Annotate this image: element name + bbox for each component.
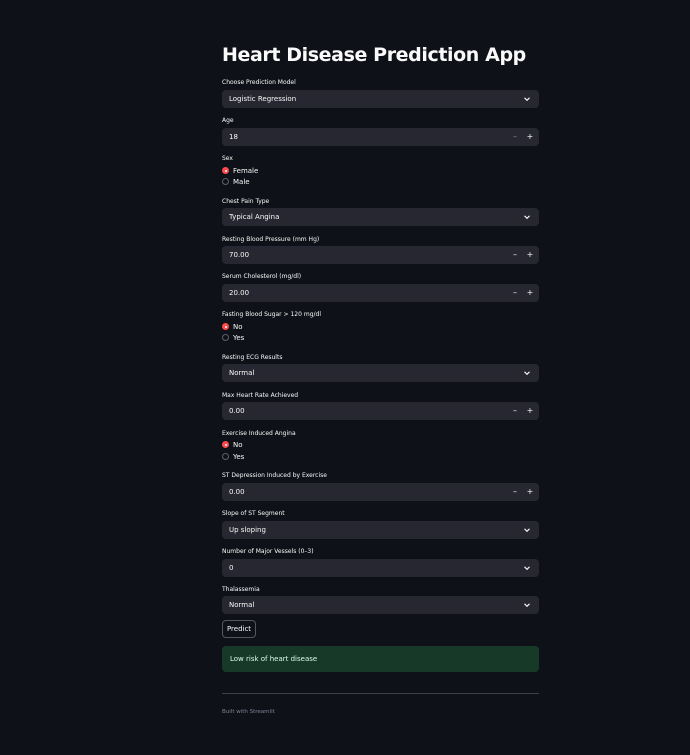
vessels-select[interactable]: 0 xyxy=(222,559,539,577)
thalassemia-select[interactable]: Normal xyxy=(222,596,539,614)
resting-bp-increment-button[interactable]: + xyxy=(523,246,537,264)
model-select[interactable]: Logistic Regression xyxy=(222,90,539,108)
age-decrement-button[interactable]: – xyxy=(508,128,522,146)
age-value: 18 xyxy=(229,133,238,141)
prediction-result-alert: Low risk of heart disease xyxy=(222,646,539,672)
st-depression-value: 0.00 xyxy=(229,488,245,496)
resting-bp-value: 70.00 xyxy=(229,251,250,259)
st-depression-increment-button[interactable]: + xyxy=(523,483,537,501)
st-depression-input[interactable]: 0.00 – + xyxy=(222,483,539,501)
exercise-angina-label: Exercise Induced Angina xyxy=(222,430,296,437)
model-label: Choose Prediction Model xyxy=(222,79,296,86)
page-title: Heart Disease Prediction App xyxy=(222,44,526,66)
cholesterol-value: 20.00 xyxy=(229,289,250,297)
radio-label: Yes xyxy=(233,334,245,342)
st-depression-label: ST Depression Induced by Exercise xyxy=(222,472,327,479)
radio-selected-icon xyxy=(222,323,229,330)
max-hr-input[interactable]: 0.00 – + xyxy=(222,402,539,420)
radio-label: Male xyxy=(233,178,250,186)
resting-ecg-value: Normal xyxy=(229,369,255,377)
footer-text: Built with Streamlit xyxy=(222,709,275,715)
prediction-result-text: Low risk of heart disease xyxy=(230,655,318,663)
fasting-bs-label: Fasting Blood Sugar > 120 mg/dl xyxy=(222,311,321,318)
cholesterol-label: Serum Cholesterol (mg/dl) xyxy=(222,273,302,280)
thalassemia-label: Thalassemia xyxy=(222,586,260,593)
resting-ecg-select[interactable]: Normal xyxy=(222,364,539,382)
chevron-down-icon xyxy=(524,215,530,220)
vessels-label: Number of Major Vessels (0–3) xyxy=(222,548,314,555)
chevron-down-icon xyxy=(524,603,530,608)
vessels-value: 0 xyxy=(229,564,234,572)
max-hr-value: 0.00 xyxy=(229,407,245,415)
predict-button[interactable]: Predict xyxy=(222,620,256,638)
slope-label: Slope of ST Segment xyxy=(222,510,285,517)
max-hr-label: Max Heart Rate Achieved xyxy=(222,392,299,399)
radio-unselected-icon xyxy=(222,334,229,341)
radio-label: No xyxy=(233,441,243,449)
chest-pain-select[interactable]: Typical Angina xyxy=(222,208,539,226)
resting-ecg-label: Resting ECG Results xyxy=(222,354,283,361)
radio-label: Female xyxy=(233,167,259,175)
radio-unselected-icon xyxy=(222,178,229,185)
radio-selected-icon xyxy=(222,441,229,448)
chevron-down-icon xyxy=(524,566,530,571)
chevron-down-icon xyxy=(524,97,530,102)
st-depression-decrement-button[interactable]: – xyxy=(508,483,522,501)
chest-pain-value: Typical Angina xyxy=(229,213,280,221)
radio-label: No xyxy=(233,323,243,331)
resting-bp-label: Resting Blood Pressure (mm Hg) xyxy=(222,236,320,243)
cholesterol-increment-button[interactable]: + xyxy=(523,284,537,302)
resting-bp-decrement-button[interactable]: – xyxy=(508,246,522,264)
footer-divider xyxy=(222,693,539,694)
sex-label: Sex xyxy=(222,155,233,162)
radio-label: Yes xyxy=(233,453,245,461)
age-increment-button[interactable]: + xyxy=(523,128,537,146)
thalassemia-value: Normal xyxy=(229,601,255,609)
chest-pain-label: Chest Pain Type xyxy=(222,198,270,205)
age-input[interactable]: 18 – + xyxy=(222,128,539,146)
cholesterol-input[interactable]: 20.00 – + xyxy=(222,284,539,302)
radio-selected-icon xyxy=(222,167,229,174)
radio-unselected-icon xyxy=(222,453,229,460)
max-hr-decrement-button[interactable]: – xyxy=(508,402,522,420)
cholesterol-decrement-button[interactable]: – xyxy=(508,284,522,302)
chevron-down-icon xyxy=(524,371,530,376)
model-select-value: Logistic Regression xyxy=(229,95,297,103)
age-label: Age xyxy=(222,117,234,124)
max-hr-increment-button[interactable]: + xyxy=(523,402,537,420)
resting-bp-input[interactable]: 70.00 – + xyxy=(222,246,539,264)
slope-select[interactable]: Up sloping xyxy=(222,521,539,539)
slope-value: Up sloping xyxy=(229,526,266,534)
chevron-down-icon xyxy=(524,528,530,533)
